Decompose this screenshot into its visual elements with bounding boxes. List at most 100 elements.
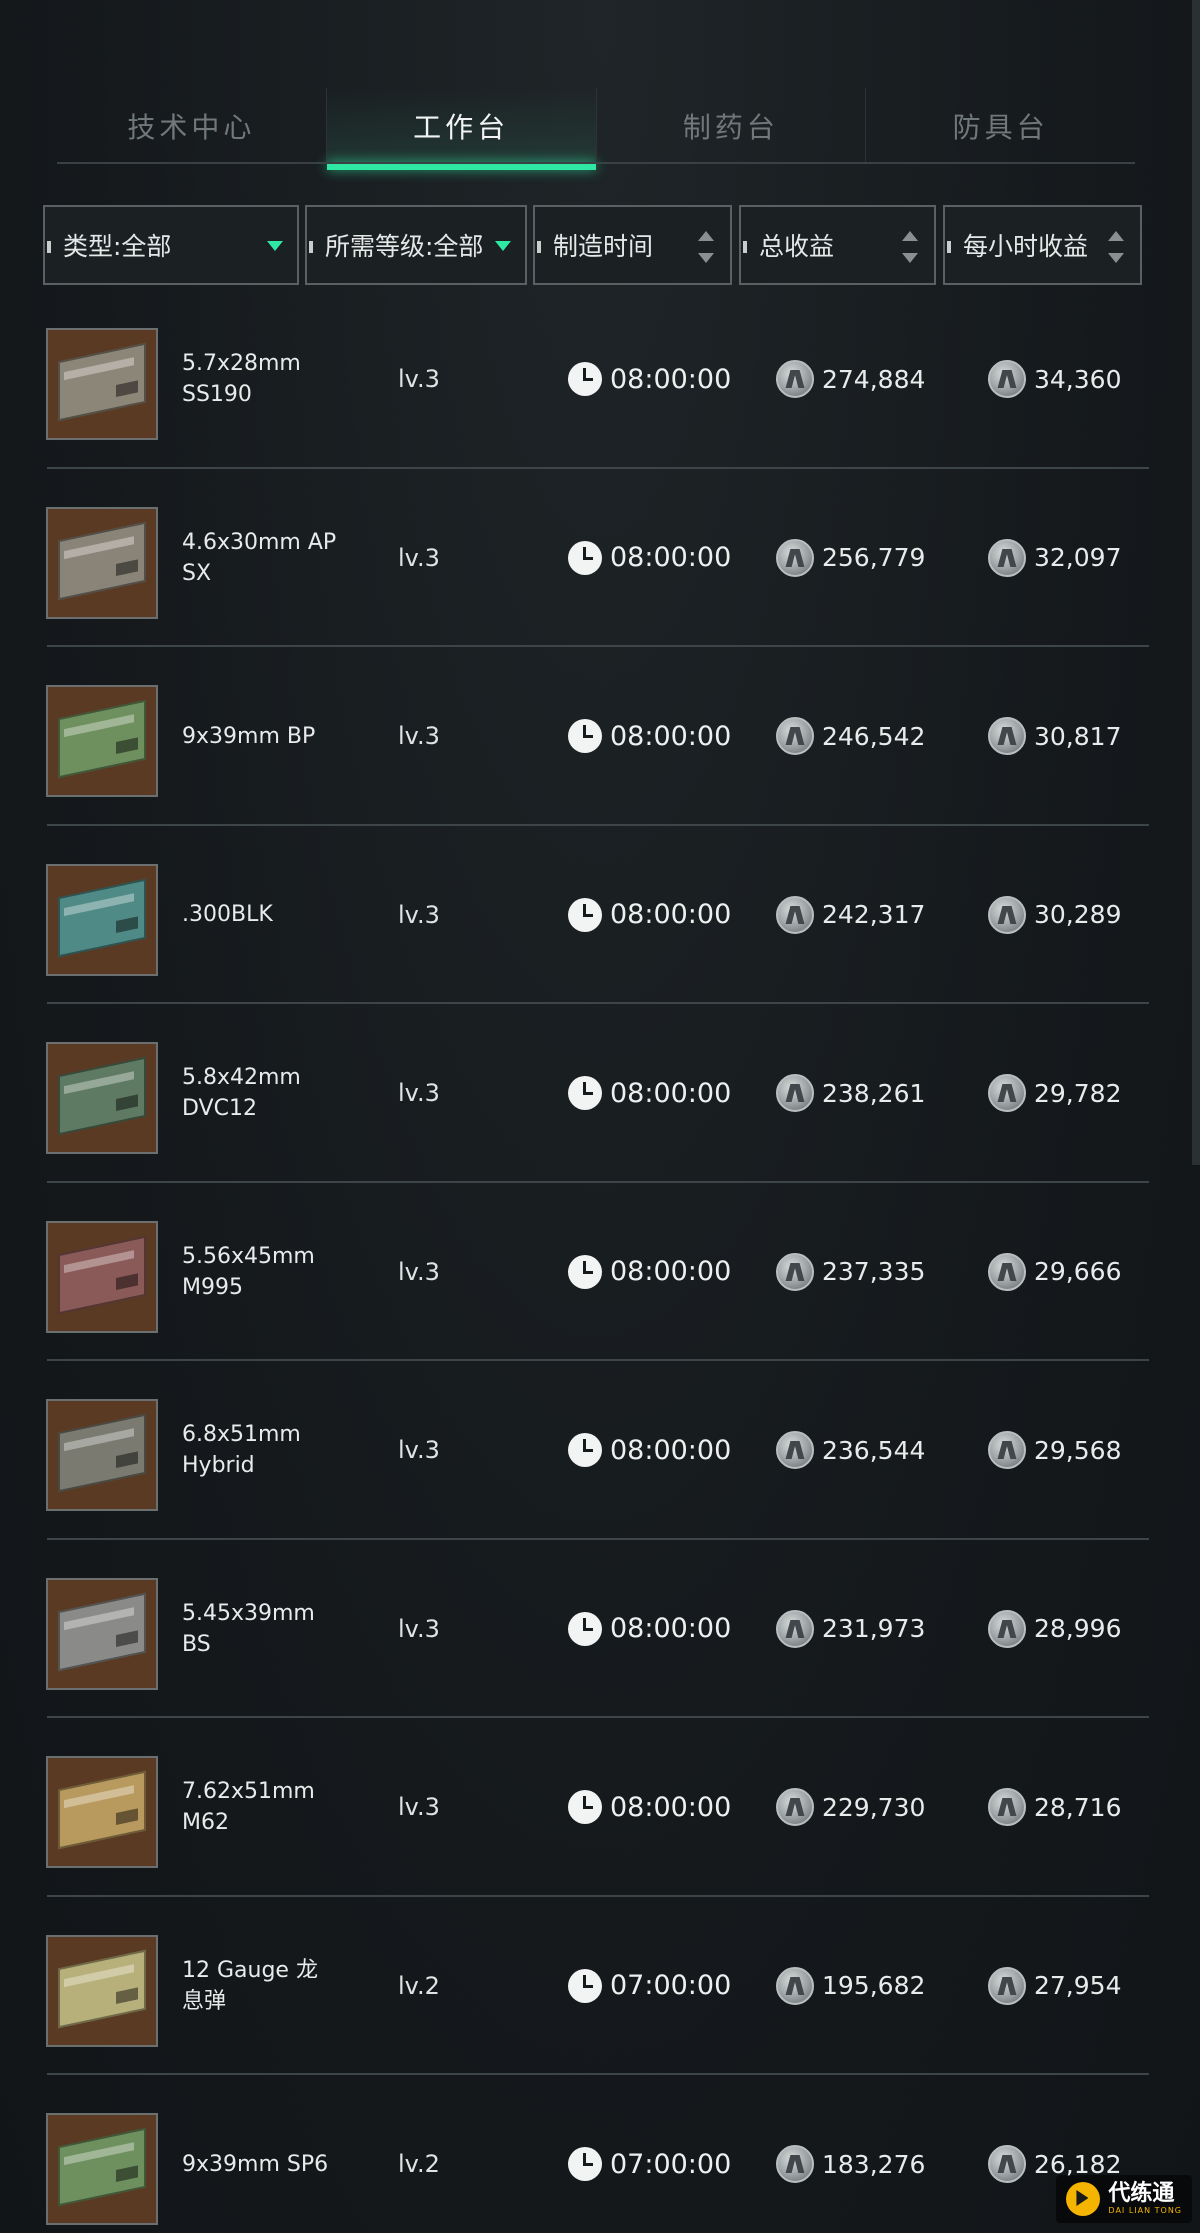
item-level: lv.3 bbox=[398, 1614, 440, 1643]
craft-time-value: 08:00:00 bbox=[610, 899, 732, 930]
item-name: 5.56x45mm M995 bbox=[182, 1243, 315, 1300]
coin-icon bbox=[776, 538, 814, 577]
coin-icon bbox=[776, 1074, 814, 1112]
ammo-box-icon bbox=[58, 1770, 146, 1850]
ammo-box-icon bbox=[58, 1592, 146, 1671]
list-item[interactable]: 4.6x30mm AP SX lv.3 08:00:00 256,779 32,097 bbox=[0, 469, 1200, 647]
craft-time: 08:00:00 bbox=[568, 290, 731, 468]
ammo-box-thumbnail bbox=[46, 1220, 158, 1333]
coin-icon bbox=[988, 895, 1026, 934]
dropdown-arrow-icon bbox=[495, 241, 511, 251]
hourly-profit: 34,360 bbox=[988, 290, 1121, 468]
station-tabs: 技术中心 工作台 制药台 防具台 bbox=[57, 88, 1135, 170]
total-profit: 236,544 bbox=[776, 1361, 925, 1539]
coin-icon bbox=[776, 1609, 814, 1648]
hourly-profit-value: 30,817 bbox=[1034, 721, 1122, 751]
ammo-box-thumbnail bbox=[46, 1934, 158, 2047]
craft-time-sort[interactable]: 制造时间 bbox=[533, 205, 732, 285]
type-filter-dropdown[interactable]: 类型:全部 bbox=[43, 205, 299, 285]
list-item[interactable]: 5.8x42mm DVC12 lv.3 08:00:00 238,261 29,782 bbox=[0, 1004, 1200, 1183]
clock-icon bbox=[568, 1968, 602, 2003]
craft-time-value: 08:00:00 bbox=[610, 1434, 732, 1466]
coin-icon bbox=[988, 717, 1026, 755]
coin-icon bbox=[776, 895, 814, 934]
tab-tech-center[interactable]: 技术中心 bbox=[57, 88, 326, 164]
total-profit: 256,779 bbox=[776, 469, 925, 647]
craft-time: 08:00:00 bbox=[568, 826, 731, 1004]
total-profit-value: 246,542 bbox=[822, 721, 926, 751]
total-profit-value: 237,335 bbox=[822, 1257, 926, 1286]
coin-icon bbox=[776, 1788, 814, 1826]
item-name: 7.62x51mm M62 bbox=[182, 1779, 315, 1835]
clock-icon bbox=[568, 1254, 602, 1289]
hourly-profit: 29,666 bbox=[988, 1183, 1121, 1361]
ammo-box-icon bbox=[58, 2127, 146, 2207]
craft-time: 08:00:00 bbox=[568, 1183, 731, 1361]
tab-pharmacy[interactable]: 制药台 bbox=[595, 88, 866, 164]
clock-icon bbox=[568, 1611, 602, 1646]
hourly-profit: 30,289 bbox=[988, 826, 1121, 1004]
total-profit-value: 231,973 bbox=[822, 1614, 926, 1643]
clock-icon bbox=[568, 540, 602, 575]
hourly-profit: 32,097 bbox=[988, 469, 1121, 647]
list-item[interactable]: 12 Gauge 龙 息弹 lv.2 07:00:00 195,682 27,954 bbox=[0, 1897, 1200, 2075]
item-level: lv.3 bbox=[398, 1793, 440, 1821]
hourly-profit-value: 27,954 bbox=[1034, 1971, 1122, 2000]
total-profit-value: 238,261 bbox=[822, 1078, 926, 1108]
craft-time-value: 07:00:00 bbox=[610, 1970, 732, 2001]
hourly-profit-sort[interactable]: 每小时收益 bbox=[943, 205, 1142, 285]
tab-armor-bench[interactable]: 防具台 bbox=[865, 88, 1135, 164]
item-level: lv.3 bbox=[398, 1079, 440, 1107]
coin-icon bbox=[988, 1431, 1026, 1469]
clock-icon bbox=[568, 2147, 602, 2181]
total-profit-sort[interactable]: 总收益 bbox=[739, 205, 936, 285]
total-profit: 274,884 bbox=[776, 290, 925, 468]
item-name: 5.7x28mm SS190 bbox=[182, 351, 301, 407]
hourly-profit: 28,716 bbox=[988, 1718, 1121, 1896]
hourly-profit-label: 每小时收益 bbox=[963, 232, 1089, 261]
list-item[interactable]: 9x39mm SP6 lv.2 07:00:00 183,276 26,182 bbox=[0, 2075, 1200, 2233]
item-level: lv.3 bbox=[398, 543, 440, 572]
craft-time: 08:00:00 bbox=[568, 1361, 731, 1539]
item-name: 9x39mm BP bbox=[182, 723, 316, 749]
craft-time-value: 08:00:00 bbox=[610, 1077, 732, 1109]
item-name: 5.45x39mm BS bbox=[182, 1600, 315, 1657]
item-name: 6.8x51mm Hybrid bbox=[182, 1422, 301, 1478]
hourly-profit: 29,568 bbox=[988, 1361, 1121, 1539]
list-item[interactable]: 5.56x45mm M995 lv.3 08:00:00 237,335 29,666 bbox=[0, 1183, 1200, 1361]
coin-icon bbox=[988, 1074, 1026, 1112]
ammo-box-icon bbox=[58, 1949, 146, 2028]
list-item[interactable]: 6.8x51mm Hybrid lv.3 08:00:00 236,544 29,568 bbox=[0, 1361, 1200, 1540]
tab-workbench[interactable]: 工作台 bbox=[325, 88, 596, 170]
craft-time-value: 08:00:00 bbox=[610, 1791, 732, 1823]
hourly-profit-value: 29,782 bbox=[1034, 1078, 1122, 1108]
coin-icon bbox=[988, 1966, 1026, 2005]
item-level: lv.3 bbox=[398, 1257, 440, 1286]
ammo-box-icon bbox=[58, 699, 146, 779]
item-name: 5.8x42mm DVC12 bbox=[182, 1065, 301, 1121]
item-name: 4.6x30mm AP SX bbox=[182, 529, 337, 586]
list-item[interactable]: .300BLK lv.3 08:00:00 242,317 30,289 bbox=[0, 826, 1200, 1004]
total-profit-value: 242,317 bbox=[822, 900, 926, 929]
sort-arrows-icon bbox=[698, 231, 714, 263]
level-filter-dropdown[interactable]: 所需等级:全部 bbox=[305, 205, 527, 285]
list-item[interactable]: 9x39mm BP lv.3 08:00:00 246,542 30,817 bbox=[0, 647, 1200, 826]
list-item[interactable]: 5.7x28mm SS190 lv.3 08:00:00 274,884 34,360 bbox=[0, 290, 1200, 469]
item-level: lv.2 bbox=[398, 2150, 440, 2178]
craft-time-value: 08:00:00 bbox=[610, 542, 732, 573]
list-item[interactable]: 7.62x51mm M62 lv.3 08:00:00 229,730 28,716 bbox=[0, 1718, 1200, 1897]
total-profit-value: 229,730 bbox=[822, 1792, 926, 1822]
clock-icon bbox=[568, 1433, 602, 1467]
total-profit: 229,730 bbox=[776, 1718, 925, 1896]
clock-icon bbox=[568, 1076, 602, 1110]
coin-icon bbox=[988, 1609, 1026, 1648]
list-item[interactable]: 5.45x39mm BS lv.3 08:00:00 231,973 28,996 bbox=[0, 1540, 1200, 1718]
coin-icon bbox=[776, 360, 814, 398]
coin-icon bbox=[776, 1966, 814, 2005]
coin-icon bbox=[988, 1252, 1026, 1291]
craft-time: 08:00:00 bbox=[568, 1718, 731, 1896]
ammo-box-thumbnail bbox=[46, 863, 158, 976]
total-profit: 242,317 bbox=[776, 826, 925, 1004]
item-level: lv.3 bbox=[398, 1436, 440, 1464]
coin-icon bbox=[776, 2145, 814, 2183]
